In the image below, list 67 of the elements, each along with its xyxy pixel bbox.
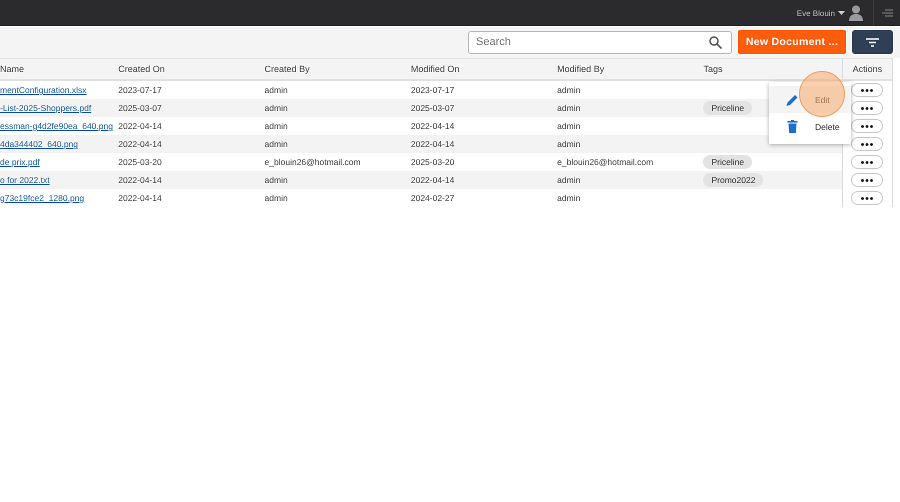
- more-icon: [861, 196, 874, 200]
- more-actions-button[interactable]: [851, 119, 884, 133]
- column-header[interactable]: Name: [0, 58, 110, 80]
- more-icon: [861, 88, 874, 92]
- more-icon: [861, 160, 874, 164]
- file-link[interactable]: mentConfiguration.xlsx: [0, 85, 86, 95]
- tag-chip[interactable]: Promo2022: [703, 173, 764, 187]
- table-cell: 2022-04-14: [402, 117, 550, 135]
- table-cell: admin: [256, 117, 403, 135]
- table-cell: admin: [549, 80, 696, 99]
- menu-item[interactable]: Delete: [769, 113, 851, 140]
- column-header[interactable]: Actions: [842, 58, 892, 80]
- table-cell: admin: [549, 189, 696, 207]
- user-menu[interactable]: Eve Blouin: [792, 8, 849, 18]
- table-cell: admin: [256, 99, 403, 117]
- column-header[interactable]: Modified By: [549, 58, 696, 80]
- table-cell: 2025-03-07: [402, 99, 550, 117]
- more-actions-button[interactable]: [851, 137, 884, 151]
- table-cell: 2025-03-07: [110, 99, 257, 117]
- file-link[interactable]: g73c19fce2_1280.png: [0, 193, 84, 203]
- more-icon: [861, 178, 874, 182]
- more-actions-button[interactable]: [851, 83, 884, 97]
- more-icon: [861, 106, 874, 110]
- table-cell: 2022-04-14: [110, 135, 257, 153]
- more-icon: [861, 142, 874, 146]
- more-icon: [861, 124, 874, 128]
- trash-icon: [786, 120, 799, 133]
- more-actions-button[interactable]: [851, 173, 884, 187]
- table-cell: admin: [549, 135, 696, 153]
- table-cell: admin: [549, 99, 696, 117]
- user-avatar-icon[interactable]: [849, 5, 863, 21]
- table-cell: e_blouin26@hotmail.com: [256, 153, 403, 171]
- column-header[interactable]: Modified On: [402, 58, 550, 80]
- pencil-icon: [786, 94, 799, 106]
- table-cell: e_blouin26@hotmail.com: [549, 153, 696, 171]
- tag-chip[interactable]: Priceline: [703, 155, 752, 169]
- column-header[interactable]: Created By: [256, 58, 403, 80]
- table-cell: 2022-04-14: [402, 171, 550, 189]
- column-header[interactable]: Created On: [110, 58, 257, 80]
- more-actions-button[interactable]: [851, 191, 884, 205]
- column-header[interactable]: Tags: [695, 58, 842, 80]
- more-actions-button[interactable]: [851, 101, 884, 115]
- menu-icon[interactable]: [882, 9, 893, 17]
- table-cell: admin: [256, 189, 403, 207]
- table-cell: 2024-02-27: [402, 189, 550, 207]
- table-cell: 2025-03-20: [110, 153, 257, 171]
- table-cell: 2022-04-14: [110, 171, 257, 189]
- caret-icon: [838, 11, 845, 15]
- tag-chip[interactable]: Priceline: [703, 101, 752, 115]
- table-cell: 2023-07-17: [402, 80, 550, 99]
- table-cell: 2023-07-17: [110, 80, 257, 99]
- table-cell: admin: [256, 135, 403, 153]
- table-cell: admin: [549, 117, 696, 135]
- filter-icon: [866, 38, 879, 46]
- table-cell: 2025-03-20: [402, 153, 550, 171]
- table-cell: 2022-04-14: [402, 135, 550, 153]
- click-highlight: [799, 71, 845, 117]
- table-cell: admin: [256, 171, 403, 189]
- search-icon: [709, 36, 722, 48]
- more-actions-button[interactable]: [851, 155, 884, 169]
- filter-button[interactable]: [852, 30, 893, 54]
- table-cell: admin: [256, 80, 403, 99]
- file-link[interactable]: essman-g4d2fe90ea_640.png: [0, 121, 113, 131]
- search-field[interactable]: Search: [468, 30, 732, 54]
- table-cell: admin: [549, 171, 696, 189]
- file-link[interactable]: de prix.pdf: [0, 157, 40, 167]
- table-cell: 2022-04-14: [110, 189, 257, 207]
